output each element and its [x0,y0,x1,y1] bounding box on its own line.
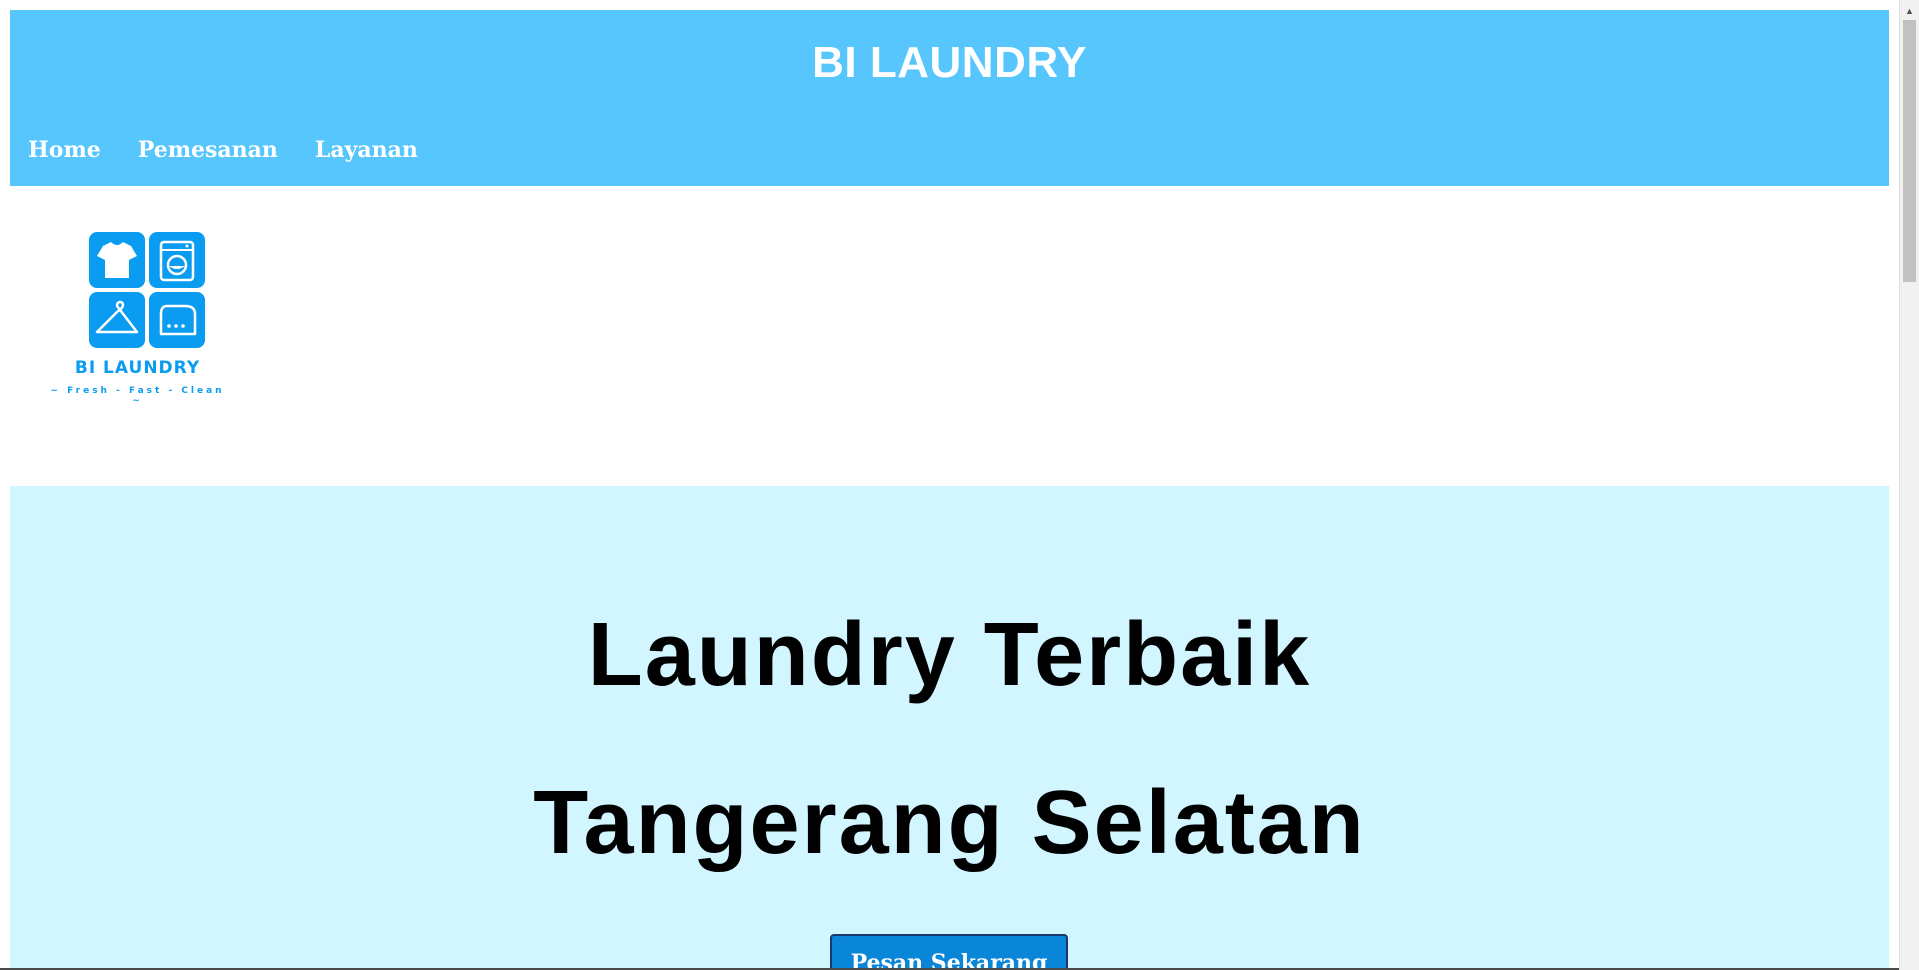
logo-mark [89,232,205,348]
hero-heading-line-1: Laundry Terbaik [587,605,1312,705]
hero-heading-line-2: Tangerang Selatan [533,773,1366,873]
page: BI LAUNDRY Home Pemesanan Layanan BI LAU… [10,10,1889,970]
order-now-button[interactable]: Pesan Sekarang [830,934,1068,970]
iron-icon [149,292,205,348]
nav-link-pemesanan[interactable]: Pemesanan [138,137,278,163]
main-nav: Home Pemesanan Layanan [28,137,455,163]
scroll-up-arrow-icon[interactable]: ▲ [1900,0,1919,20]
site-title: BI LAUNDRY [812,38,1087,87]
hero-section: Laundry Terbaik Tangerang Selatan Pesan … [10,486,1889,970]
nav-link-layanan[interactable]: Layanan [315,137,418,163]
logo-name: BI LAUNDRY [74,358,201,378]
logo: BI LAUNDRY ~ Fresh - Fast - Clean ~ [45,220,230,406]
site-header: BI LAUNDRY Home Pemesanan Layanan [10,10,1889,186]
tshirt-icon [89,232,145,288]
scrollbar-thumb[interactable] [1903,20,1916,282]
nav-link-home[interactable]: Home [28,137,101,163]
logo-tagline: ~ Fresh - Fast - Clean ~ [50,386,225,406]
washing-machine-icon [149,232,205,288]
vertical-scrollbar[interactable]: ▲ [1899,0,1919,970]
hanger-icon [89,292,145,348]
browser-viewport: BI LAUNDRY Home Pemesanan Layanan BI LAU… [0,0,1919,970]
